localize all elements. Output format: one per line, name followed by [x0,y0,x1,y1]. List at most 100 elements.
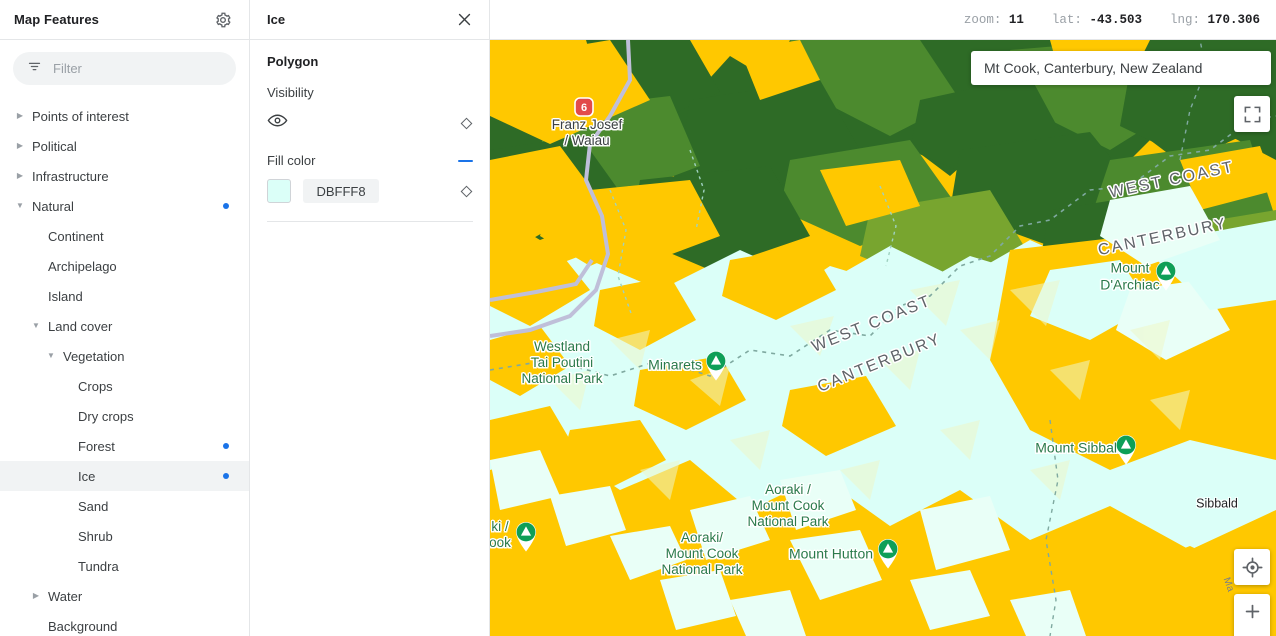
visibility-control-row [267,108,473,138]
sidebar-item-island[interactable]: Island [0,281,249,311]
chevron-right-icon[interactable]: ▶ [14,170,26,182]
zoom-in-button[interactable] [1234,594,1270,636]
fullscreen-button[interactable] [1234,96,1270,132]
visibility-label: Visibility [267,85,314,100]
close-icon[interactable] [453,9,475,31]
lat-value: -43.503 [1089,12,1142,27]
sidebar-item-label: Vegetation [63,348,125,364]
fill-color-editor: DBFFF8 [267,179,379,203]
sidebar-item-label: Land cover [48,318,113,334]
sidebar-item-crops[interactable]: Crops [0,371,249,401]
fill-color-swatch[interactable] [267,179,291,203]
caret-spacer [30,620,42,632]
sidebar-item-land-cover[interactable]: ▼ Land cover [0,311,249,341]
properties-title: Ice [267,12,286,27]
sidebar-item-label: Dry crops [78,408,134,424]
sidebar-item-sand[interactable]: Sand [0,491,249,521]
plus-icon [1245,604,1259,619]
map-features-sidebar: Map Features ▶Points of [0,0,250,636]
sidebar-item-archipelago[interactable]: Archipelago [0,251,249,281]
sidebar-item-label: Archipelago [48,258,117,274]
sidebar-item-label: Natural [32,198,74,214]
eye-icon[interactable] [267,110,288,136]
sidebar-item-vegetation[interactable]: ▼ Vegetation [0,341,249,371]
chevron-down-icon[interactable]: ▼ [14,200,26,212]
sidebar-item-natural[interactable]: ▼ Natural [0,191,249,221]
sidebar-item-tundra[interactable]: Tundra [0,551,249,581]
properties-header: Ice [250,0,489,40]
caret-spacer [30,290,42,302]
sidebar-item-label: Infrastructure [32,168,109,184]
filter-container [0,40,249,95]
sidebar-item-label: Tundra [78,558,119,574]
sidebar-item-shrub[interactable]: Shrub [0,521,249,551]
feature-tree: ▶ Points of interest ▶ Political ▶ Infrastruc… [0,95,249,636]
geolocate-button[interactable] [1234,549,1270,585]
peak-marker[interactable] [1113,432,1139,470]
peak-marker[interactable] [875,536,901,574]
fill-color-reset-diamond-icon[interactable] [460,185,473,198]
map-search-input[interactable] [984,60,1258,76]
peak-marker[interactable] [703,348,729,386]
sidebar-item-label: Forest [78,438,115,454]
sidebar-header: Map Features [0,0,249,40]
zoom-label: zoom: [963,12,1002,27]
caret-spacer [60,470,72,482]
chevron-right-icon[interactable]: ▶ [14,110,26,122]
geometry-section-title: Polygon [267,54,319,69]
chevron-right-icon[interactable]: ▶ [14,140,26,152]
fill-color-control-row: DBFFF8 [267,176,473,206]
sidebar-item-political[interactable]: ▶ Political [0,131,249,161]
sidebar-item-label: Continent [48,228,104,244]
sidebar-item-label: Ice [78,468,96,484]
chevron-down-icon[interactable]: ▼ [45,350,57,362]
sidebar-item-label: Crops [78,378,113,394]
caret-spacer [30,260,42,272]
sidebar-item-points-of-interest[interactable]: ▶ Points of interest [0,101,249,131]
map-canvas[interactable]: Franz Josef / WaiauWestland Tai Poutini … [490,40,1276,636]
sidebar-item-label: Points of interest [32,108,129,124]
sidebar-item-continent[interactable]: Continent [0,221,249,251]
map-statusbar: zoom: 11 lat: -43.503 lng: 170.306 [490,0,1276,40]
filter-box[interactable] [13,52,236,85]
visibility-reset-diamond-icon[interactable] [460,117,473,130]
sidebar-item-forest[interactable]: Forest [0,431,249,461]
modified-indicator-dot [223,473,229,479]
filter-input[interactable] [53,61,222,76]
layer-properties-panel: Ice Polygon Visibility Fill color DBFFF8 [250,0,490,636]
caret-spacer [60,560,72,572]
properties-divider [267,221,473,222]
fill-color-row: Fill color [267,153,473,168]
sidebar-item-label: Background [48,618,118,634]
lng-value: 170.306 [1207,12,1260,27]
fill-color-modified-dash-icon[interactable] [458,159,473,162]
properties-body: Polygon Visibility Fill color DBFFF8 [250,40,489,222]
chevron-down-icon[interactable]: ▼ [30,320,42,332]
caret-spacer [60,500,72,512]
sidebar-item-water[interactable]: ▶ Water [0,581,249,611]
sidebar-item-ice[interactable]: Ice [0,461,249,491]
caret-spacer [30,230,42,242]
zoom-readout: zoom: 11 [964,13,1024,27]
chevron-right-icon[interactable]: ▶ [30,590,42,602]
zoom-value: 11 [1008,12,1024,27]
lat-readout: lat: -43.503 [1052,13,1142,27]
fullscreen-icon [1244,106,1260,122]
map-search-box[interactable] [971,51,1271,85]
sidebar-item-label: Political [32,138,77,154]
sidebar-item-dry-crops[interactable]: Dry crops [0,401,249,431]
lng-label: lng: [1169,12,1200,27]
lat-label: lat: [1051,12,1082,27]
caret-spacer [60,410,72,422]
sidebar-item-label: Water [48,588,83,604]
fill-color-label: Fill color [267,153,316,168]
sidebar-item-background[interactable]: Background [0,611,249,636]
map-column: zoom: 11 lat: -43.503 lng: 170.306 Mt Co… [490,0,1276,636]
peak-marker[interactable] [1153,258,1179,296]
gear-icon[interactable] [211,8,235,32]
sidebar-item-infrastructure[interactable]: ▶ Infrastructure [0,161,249,191]
caret-spacer [60,380,72,392]
peak-marker[interactable] [513,519,539,557]
fill-color-hex-input[interactable]: DBFFF8 [303,179,379,203]
filter-icon [27,59,42,79]
